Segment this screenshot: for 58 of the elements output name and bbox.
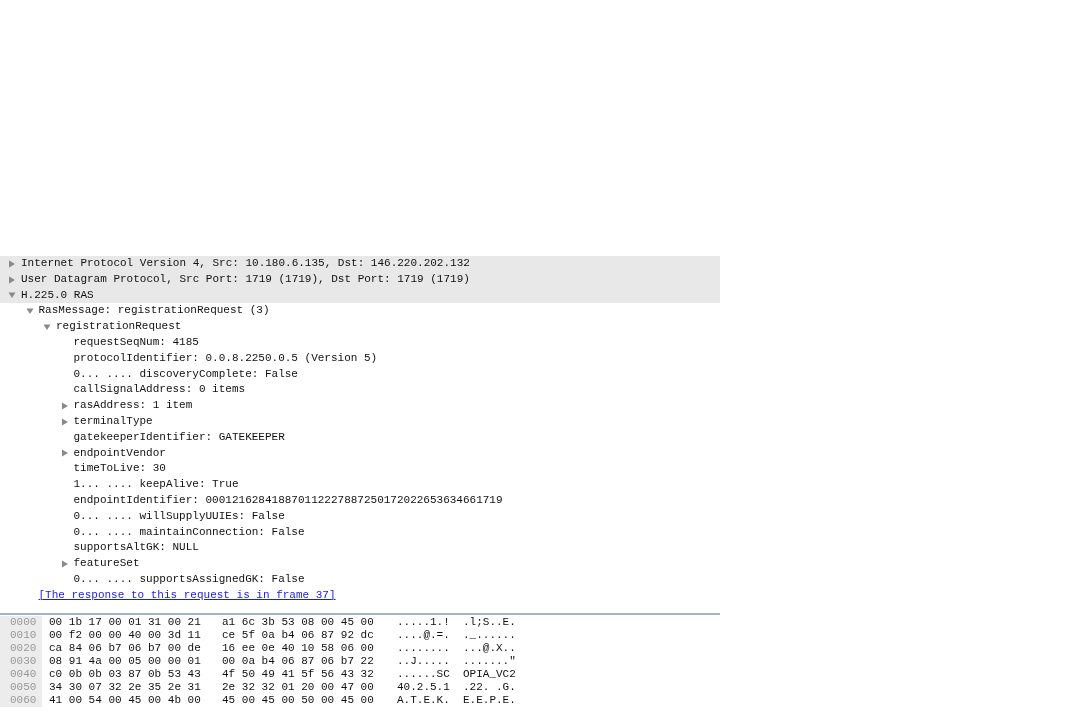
hex-bytes: 16 ee 0e 40 10 58 06 00 [222, 641, 375, 655]
ascii-text: ..J..... [397, 654, 451, 668]
tree-item[interactable]: terminalType [73, 413, 153, 430]
tree-item[interactable]: rasAddress: 1 item [73, 398, 193, 414]
collapse-triangle-icon[interactable] [25, 307, 34, 316]
tree-item[interactable]: featureSet [73, 556, 140, 572]
hex-bytes: 00 0a b4 06 87 06 b7 22 [222, 654, 375, 668]
ascii-text: ....@.=. [397, 628, 451, 642]
hex-bytes: a1 6c 3b 53 08 00 45 00 [222, 615, 375, 629]
hex-bytes: ca 84 06 b7 06 b7 00 de [49, 641, 202, 655]
tree-item[interactable]: 0... .... willSupplyUUIEs: False [73, 508, 285, 525]
ascii-text: ...@.X.. [463, 641, 516, 655]
expand-triangle-icon[interactable] [8, 275, 16, 284]
ascii-text: .l;S..E. [463, 615, 516, 629]
tree-item[interactable]: gatekeeperIdentifier: GATEKEEPER [73, 429, 285, 446]
ascii-text: .....1.! [397, 615, 451, 629]
ascii-text: E.E.P.E. [463, 693, 516, 707]
ascii-text: ._...... [463, 628, 516, 642]
tree-item[interactable]: RasMessage: registrationRequest (3) [38, 303, 270, 320]
ascii-text: ........ [397, 641, 451, 655]
ascii-text: ......SC [397, 667, 451, 681]
tree-item[interactable]: 1... .... keepAlive: True [73, 477, 239, 493]
hex-bytes: c0 0b 0b 03 87 0b 53 43 [49, 667, 202, 681]
hex-bytes: 00 1b 17 00 01 31 00 21 [49, 615, 202, 629]
hex-bytes: 08 91 4a 00 05 00 00 01 [49, 654, 202, 668]
tree-item[interactable]: 0... .... maintainConnection: False [73, 524, 305, 541]
tree-item[interactable]: supportsAltGK: NULL [73, 540, 199, 557]
ascii-text: A.T.E.K. [397, 693, 451, 707]
ascii-text: 40.2.5.1 [397, 680, 451, 694]
expand-triangle-icon[interactable] [60, 417, 69, 426]
tree-item[interactable]: requestSeqNum: 4185 [73, 335, 199, 351]
ascii-text: OPIA_VC2 [463, 667, 516, 681]
frame-link[interactable]: [The response to this request is in frame 37] [38, 587, 336, 604]
ascii-text: ......." [463, 654, 516, 668]
offset-cell: 0000 [0, 615, 42, 629]
hex-bytes: ce 5f 0a b4 06 87 92 dc [222, 628, 375, 642]
tree-item[interactable]: callSignalAddress: 0 items [73, 382, 246, 399]
tree-item[interactable]: registrationRequest [56, 319, 182, 335]
hex-bytes: 4f 50 49 41 5f 56 43 32 [222, 667, 375, 681]
collapse-triangle-icon[interactable] [8, 291, 16, 300]
collapse-triangle-icon[interactable] [43, 323, 51, 332]
tree-item[interactable]: timeToLive: 30 [73, 461, 166, 478]
hex-bytes: 00 f2 00 00 40 00 3d 11 [49, 628, 202, 642]
hex-bytes: 45 00 45 00 50 00 45 00 [222, 693, 375, 707]
hex-bytes: 34 30 07 32 2e 35 2e 31 [49, 680, 202, 694]
tree-item[interactable]: 0... .... discoveryComplete: False [73, 366, 298, 383]
hex-bytes: 41 00 54 00 45 00 4b 00 [49, 693, 202, 707]
tree-item[interactable]: protocolIdentifier: 0.0.8.2250.0.5 (Version 5) [73, 350, 378, 367]
expand-triangle-icon[interactable] [60, 449, 69, 458]
expand-triangle-icon[interactable] [8, 259, 16, 268]
ascii-text: .22. .G. [463, 680, 516, 694]
expand-triangle-icon[interactable] [60, 402, 69, 411]
expand-triangle-icon[interactable] [60, 560, 69, 569]
hex-bytes: 2e 32 32 01 20 00 47 00 [222, 680, 375, 694]
tree-item[interactable]: endpointVendor [73, 445, 166, 462]
tree-item[interactable]: endpointIdentifier: 000121628418870112227887250172022653634661719 [73, 492, 503, 509]
tree-item[interactable]: 0... .... supportsAssignedGK: False [73, 571, 305, 588]
tree-item[interactable]: H.225.0 RAS [21, 287, 94, 304]
